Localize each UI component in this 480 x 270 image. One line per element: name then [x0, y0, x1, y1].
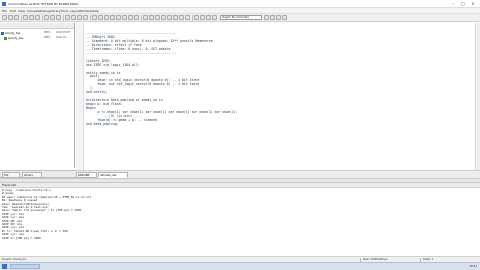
- workspace-item-label: smedy_toe: [5, 31, 21, 35]
- compile-all-icon[interactable]: [71, 15, 76, 20]
- copy-icon[interactable]: [29, 15, 34, 20]
- memory-icon[interactable]: [194, 15, 199, 20]
- workspace-item-label: smedy_toe: [8, 36, 24, 40]
- restart-icon[interactable]: [110, 15, 115, 20]
- toolbar-divider: [42, 15, 43, 21]
- workspace-item[interactable]: smedy_toe: [4, 36, 23, 40]
- status-time: Now: 4,080,000 ps: [363, 258, 388, 261]
- toolbar-divider: [141, 15, 142, 21]
- bookmark-icon[interactable]: [179, 15, 184, 20]
- workspace-item-status: PEEL: [44, 36, 51, 39]
- workspace-item[interactable]: smedy_toe: [1, 31, 20, 35]
- transcript-line: SAVE t= {300 ps} = 1000: [2, 235, 41, 240]
- zoom-in-icon[interactable]: [149, 15, 154, 20]
- status-project: Project: smedy_tre: [2, 258, 27, 261]
- chevron-down-icon[interactable]: [264, 15, 269, 20]
- transcript-header: Transcript: [0, 183, 480, 188]
- close-button[interactable]: ×: [468, 1, 478, 7]
- line-gutter: [76, 23, 84, 170]
- toolbar-divider: [192, 15, 193, 21]
- menu-view[interactable]: View: [18, 9, 25, 13]
- toolbar-divider: [21, 15, 22, 21]
- vhdl-file-icon: [1, 31, 4, 35]
- code-line[interactable]: end Data_pepling;: [86, 122, 238, 127]
- menu-file[interactable]: File: [2, 9, 7, 13]
- settings-icon[interactable]: [276, 15, 281, 20]
- stop-icon[interactable]: [134, 15, 139, 20]
- minimize-button[interactable]: –: [448, 1, 458, 7]
- cursor-icon[interactable]: [167, 15, 172, 20]
- editor-file-tabs: SIMLUBE ultimate_dec: [76, 170, 480, 178]
- workspace-item-order: Gear fin: [56, 36, 67, 39]
- undo-icon[interactable]: [44, 15, 49, 20]
- compile-icon[interactable]: [65, 15, 70, 20]
- workspace-item-status: PEEL: [44, 31, 51, 34]
- menu-tools[interactable]: Tools: [61, 9, 68, 13]
- list-icon[interactable]: [200, 15, 205, 20]
- transcript-title: Transcript: [2, 183, 16, 187]
- workspace-item-order: 2000 PCPT: [56, 31, 70, 34]
- start-button[interactable]: [2, 264, 7, 269]
- open-folder-icon[interactable]: [8, 15, 13, 20]
- window-title: Commodities de BH2 ITM BGE BT BLNBlt ERD…: [8, 2, 79, 6]
- redo-icon[interactable]: [50, 15, 55, 20]
- step-over-icon[interactable]: [98, 15, 103, 20]
- zoom-out-icon[interactable]: [155, 15, 160, 20]
- run-icon[interactable]: [116, 15, 121, 20]
- menu-simulate[interactable]: Simulate: [27, 9, 40, 13]
- status-delta: Delta: 1: [423, 258, 434, 261]
- simulate-icon[interactable]: [77, 15, 82, 20]
- title-bar: Commodities de BH2 ITM BGE BT BLNBlt ERD…: [0, 0, 480, 8]
- toolbar-divider: [63, 15, 64, 21]
- dataflow-icon[interactable]: [185, 15, 190, 20]
- workspace-tabs: File Library: [0, 170, 76, 178]
- taskbar-app-button[interactable]: [10, 264, 40, 269]
- wave-icon[interactable]: [143, 15, 148, 20]
- menu-library[interactable]: Library: [50, 9, 61, 13]
- menu-debug[interactable]: Debug: [40, 9, 50, 13]
- save-icon[interactable]: [14, 15, 19, 20]
- step-out-icon[interactable]: [104, 15, 109, 20]
- help-icon[interactable]: [282, 15, 287, 20]
- paste-icon[interactable]: [35, 15, 40, 20]
- toolbar-divider: [90, 15, 91, 21]
- locals-icon[interactable]: [212, 15, 217, 20]
- menu-window[interactable]: Window: [80, 9, 92, 13]
- marker-icon[interactable]: [173, 15, 178, 20]
- taskbar-clock: 10:47: [469, 265, 477, 268]
- cut-icon[interactable]: [23, 15, 28, 20]
- testbench-file-icon: [4, 36, 7, 40]
- menu-help[interactable]: Help: [92, 9, 99, 13]
- watch-icon[interactable]: [206, 15, 211, 20]
- target-combo[interactable]: Target: Run Simulate: [220, 15, 262, 20]
- code-editor[interactable]: ----------------------------------------…: [76, 23, 480, 178]
- find-icon[interactable]: [56, 15, 61, 20]
- menu-edit[interactable]: Edit: [10, 9, 16, 13]
- continue-icon[interactable]: [128, 15, 133, 20]
- workspace-pane: smedy_toe PEEL 2000 PCPT smedy_toe PEEL …: [0, 23, 75, 168]
- run-all-icon[interactable]: [122, 15, 127, 20]
- zoom-fit-icon[interactable]: [161, 15, 166, 20]
- break-icon[interactable]: [83, 15, 88, 20]
- workspace-header: [0, 23, 74, 29]
- menu-layout[interactable]: Layout: [70, 9, 80, 13]
- step-icon[interactable]: [92, 15, 97, 20]
- new-file-icon[interactable]: [2, 15, 7, 20]
- transcript-pane[interactable]: Transcript # Copy /code/eco.tb/alm.tb.v #…: [0, 183, 480, 256]
- vertical-scrollbar[interactable]: [475, 23, 480, 170]
- code-text[interactable]: ----------------------------------------…: [86, 31, 238, 127]
- maximize-button[interactable]: □: [458, 1, 468, 7]
- toolbar: Target: Run Simulate: [0, 14, 480, 22]
- taskbar: 10:47: [0, 262, 480, 270]
- options-icon[interactable]: [270, 15, 275, 20]
- transcript-text[interactable]: # Copy /code/eco.tb/alm.tb.v # sanay BS we…: [2, 188, 91, 240]
- app-icon: [2, 2, 6, 6]
